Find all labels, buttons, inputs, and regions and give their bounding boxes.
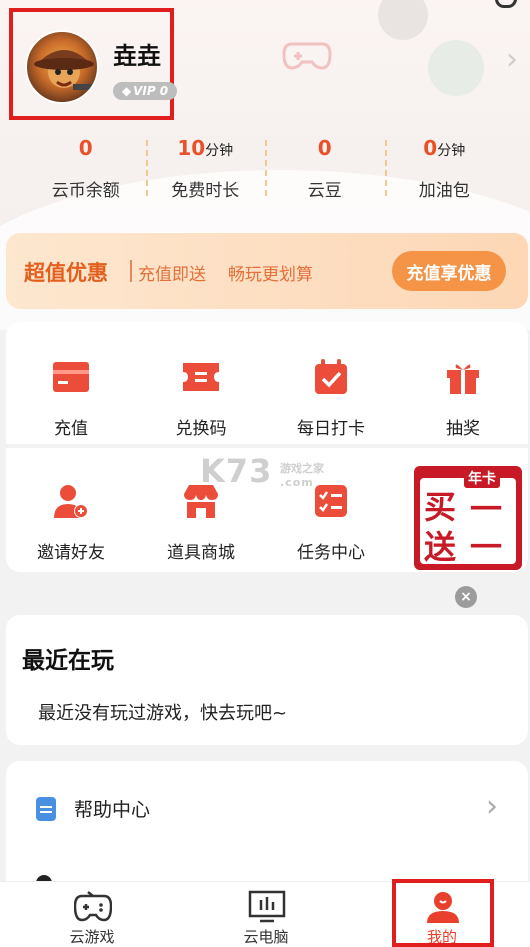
grid-item-invite-friends[interactable]: 邀请好友	[6, 482, 136, 563]
triangle-button-decoration	[378, 0, 428, 40]
stat-value: 0	[423, 136, 438, 160]
promo-divider	[130, 260, 132, 282]
stat-label: 云币余额	[51, 181, 120, 201]
chevron-right-icon[interactable]: ›	[506, 42, 518, 77]
grid-item-label: 每日打卡	[297, 419, 365, 439]
promo-text-1: 充值即送	[138, 265, 206, 285]
close-icon[interactable]: ×	[455, 586, 477, 608]
stat-unit: 分钟	[437, 143, 466, 159]
chevron-right-icon: ›	[486, 789, 498, 824]
buy-one-get-one-stamp[interactable]: 买 一 送 一 年卡	[414, 466, 522, 570]
stat-label: 云豆	[307, 181, 342, 201]
stamp-tag: 年卡	[464, 468, 500, 488]
grid-item-label: 充值	[54, 419, 88, 439]
recent-empty-message: 最近没有玩过游戏，快去玩吧~	[38, 703, 288, 724]
tab-label: 云电脑	[243, 928, 289, 946]
promo-title: 超值优惠	[24, 261, 108, 285]
stamp-char: 送	[424, 528, 457, 566]
account-stats: 0 云币余额 10分钟 免费时长 0 云豆 0分钟 加油包	[26, 134, 504, 206]
username: 垚垚	[113, 42, 161, 70]
watermark-logo: K73	[200, 452, 273, 490]
x-button-decoration	[428, 40, 484, 96]
watermark-domain: .com	[280, 476, 314, 489]
tab-label: 云游戏	[69, 928, 115, 946]
profile-card[interactable]: 垚垚 ◆ VIP 0	[9, 8, 177, 120]
tab-cloud-pc[interactable]: 云电脑	[206, 882, 326, 947]
active-tab-highlight	[392, 879, 494, 947]
message-icon[interactable]	[495, 0, 517, 8]
menu-item-help-center[interactable]: 帮助中心 ›	[6, 789, 528, 829]
grid-item-lottery[interactable]: 抽奖	[398, 358, 528, 439]
gamepad-icon	[74, 891, 112, 922]
stamp-inner: 买 一 送 一	[420, 478, 516, 566]
menu-item-label: 帮助中心	[74, 799, 151, 821]
card-icon	[53, 362, 89, 392]
stat-label: 加油包	[418, 181, 470, 201]
grid-item-label: 邀请好友	[37, 543, 105, 563]
stamp-char: 一	[470, 528, 503, 566]
watermark-sub: 游戏之家	[280, 462, 324, 475]
promo-text-2: 畅玩更划算	[228, 265, 313, 285]
stat-value: 0	[78, 136, 93, 160]
ticket-icon	[183, 363, 219, 391]
grid-item-label: 抽奖	[446, 419, 480, 439]
stat-cloud-beans[interactable]: 0 云豆	[265, 134, 385, 206]
vip-badge[interactable]: ◆ VIP 0	[113, 82, 177, 100]
recent-title: 最近在玩	[22, 648, 114, 674]
recent-games-card: 最近在玩 最近没有玩过游戏，快去玩吧~	[6, 615, 528, 745]
grid-item-redeem-code[interactable]: 兑换码	[136, 358, 266, 439]
stat-value: 0	[317, 136, 332, 160]
feature-grid-row-1: 充值 兑换码 每日打卡 抽奖	[6, 322, 528, 444]
grid-item-label: 任务中心	[297, 543, 365, 563]
site-watermark: K73 游戏之家 .com	[200, 452, 330, 500]
grid-item-recharge[interactable]: 充值	[6, 358, 136, 439]
recharge-offer-button[interactable]: 充值享优惠	[392, 251, 506, 291]
help-doc-icon	[36, 797, 56, 821]
grid-item-daily-checkin[interactable]: 每日打卡	[266, 358, 396, 439]
tab-cloud-games[interactable]: 云游戏	[32, 882, 152, 947]
diamond-icon: ◆	[121, 84, 132, 98]
monitor-icon	[248, 890, 286, 923]
gamepad-decoration	[282, 42, 332, 70]
add-user-icon	[54, 485, 88, 518]
gift-icon	[447, 364, 479, 394]
grid-item-label: 道具商城	[167, 543, 235, 563]
stat-free-time[interactable]: 10分钟 免费时长	[145, 134, 266, 206]
avatar[interactable]	[25, 30, 99, 104]
stat-value: 10	[177, 136, 206, 160]
stat-label: 免费时长	[171, 181, 240, 201]
stat-boost-pack[interactable]: 0分钟 加油包	[384, 134, 505, 206]
promo-banner[interactable]: 超值优惠 充值即送 畅玩更划算 充值享优惠	[6, 233, 528, 309]
calendar-check-icon	[315, 359, 347, 394]
stat-unit: 分钟	[205, 143, 234, 159]
grid-item-label: 兑换码	[175, 419, 227, 439]
stat-coin-balance[interactable]: 0 云币余额	[26, 134, 146, 206]
